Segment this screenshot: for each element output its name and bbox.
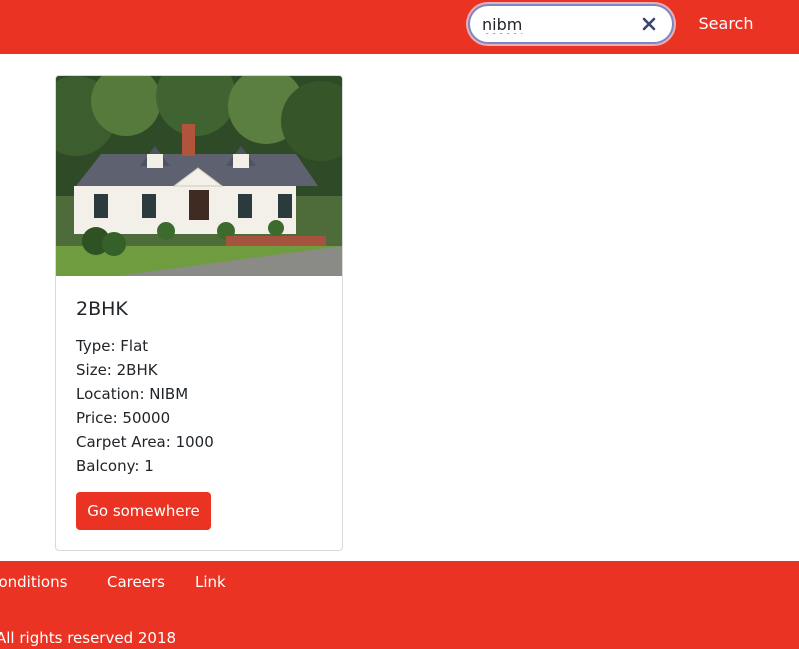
- detail-price: Price: 50000: [76, 409, 171, 427]
- footer-link-link[interactable]: Link: [195, 573, 226, 591]
- house-image: [56, 76, 342, 276]
- footer-link-conditions[interactable]: Conditions: [0, 573, 67, 591]
- search-box[interactable]: [468, 4, 674, 44]
- property-card: 2BHK Type: Flat Size: 2BHK Location: NIB…: [55, 75, 343, 551]
- detail-location: Location: NIBM: [76, 385, 189, 403]
- detail-balcony: Balcony: 1: [76, 457, 154, 475]
- footer-link-careers[interactable]: Careers: [107, 573, 165, 591]
- copyright-text: All rights reserved 2018: [0, 629, 177, 647]
- detail-type: Type: Flat: [76, 337, 149, 355]
- search-input[interactable]: [482, 13, 642, 35]
- card-details: Type: Flat Size: 2BHK Location: NIBM Pri…: [76, 334, 214, 478]
- footer: Conditions Careers Link All rights reser…: [0, 561, 799, 649]
- top-navbar: Search: [0, 0, 799, 54]
- detail-size: Size: 2BHK: [76, 361, 158, 379]
- close-icon[interactable]: [640, 15, 658, 33]
- card-title: 2BHK: [76, 298, 128, 320]
- search-button[interactable]: Search: [684, 6, 768, 42]
- detail-carpet-area: Carpet Area: 1000: [76, 433, 214, 451]
- go-somewhere-button[interactable]: Go somewhere: [76, 492, 211, 530]
